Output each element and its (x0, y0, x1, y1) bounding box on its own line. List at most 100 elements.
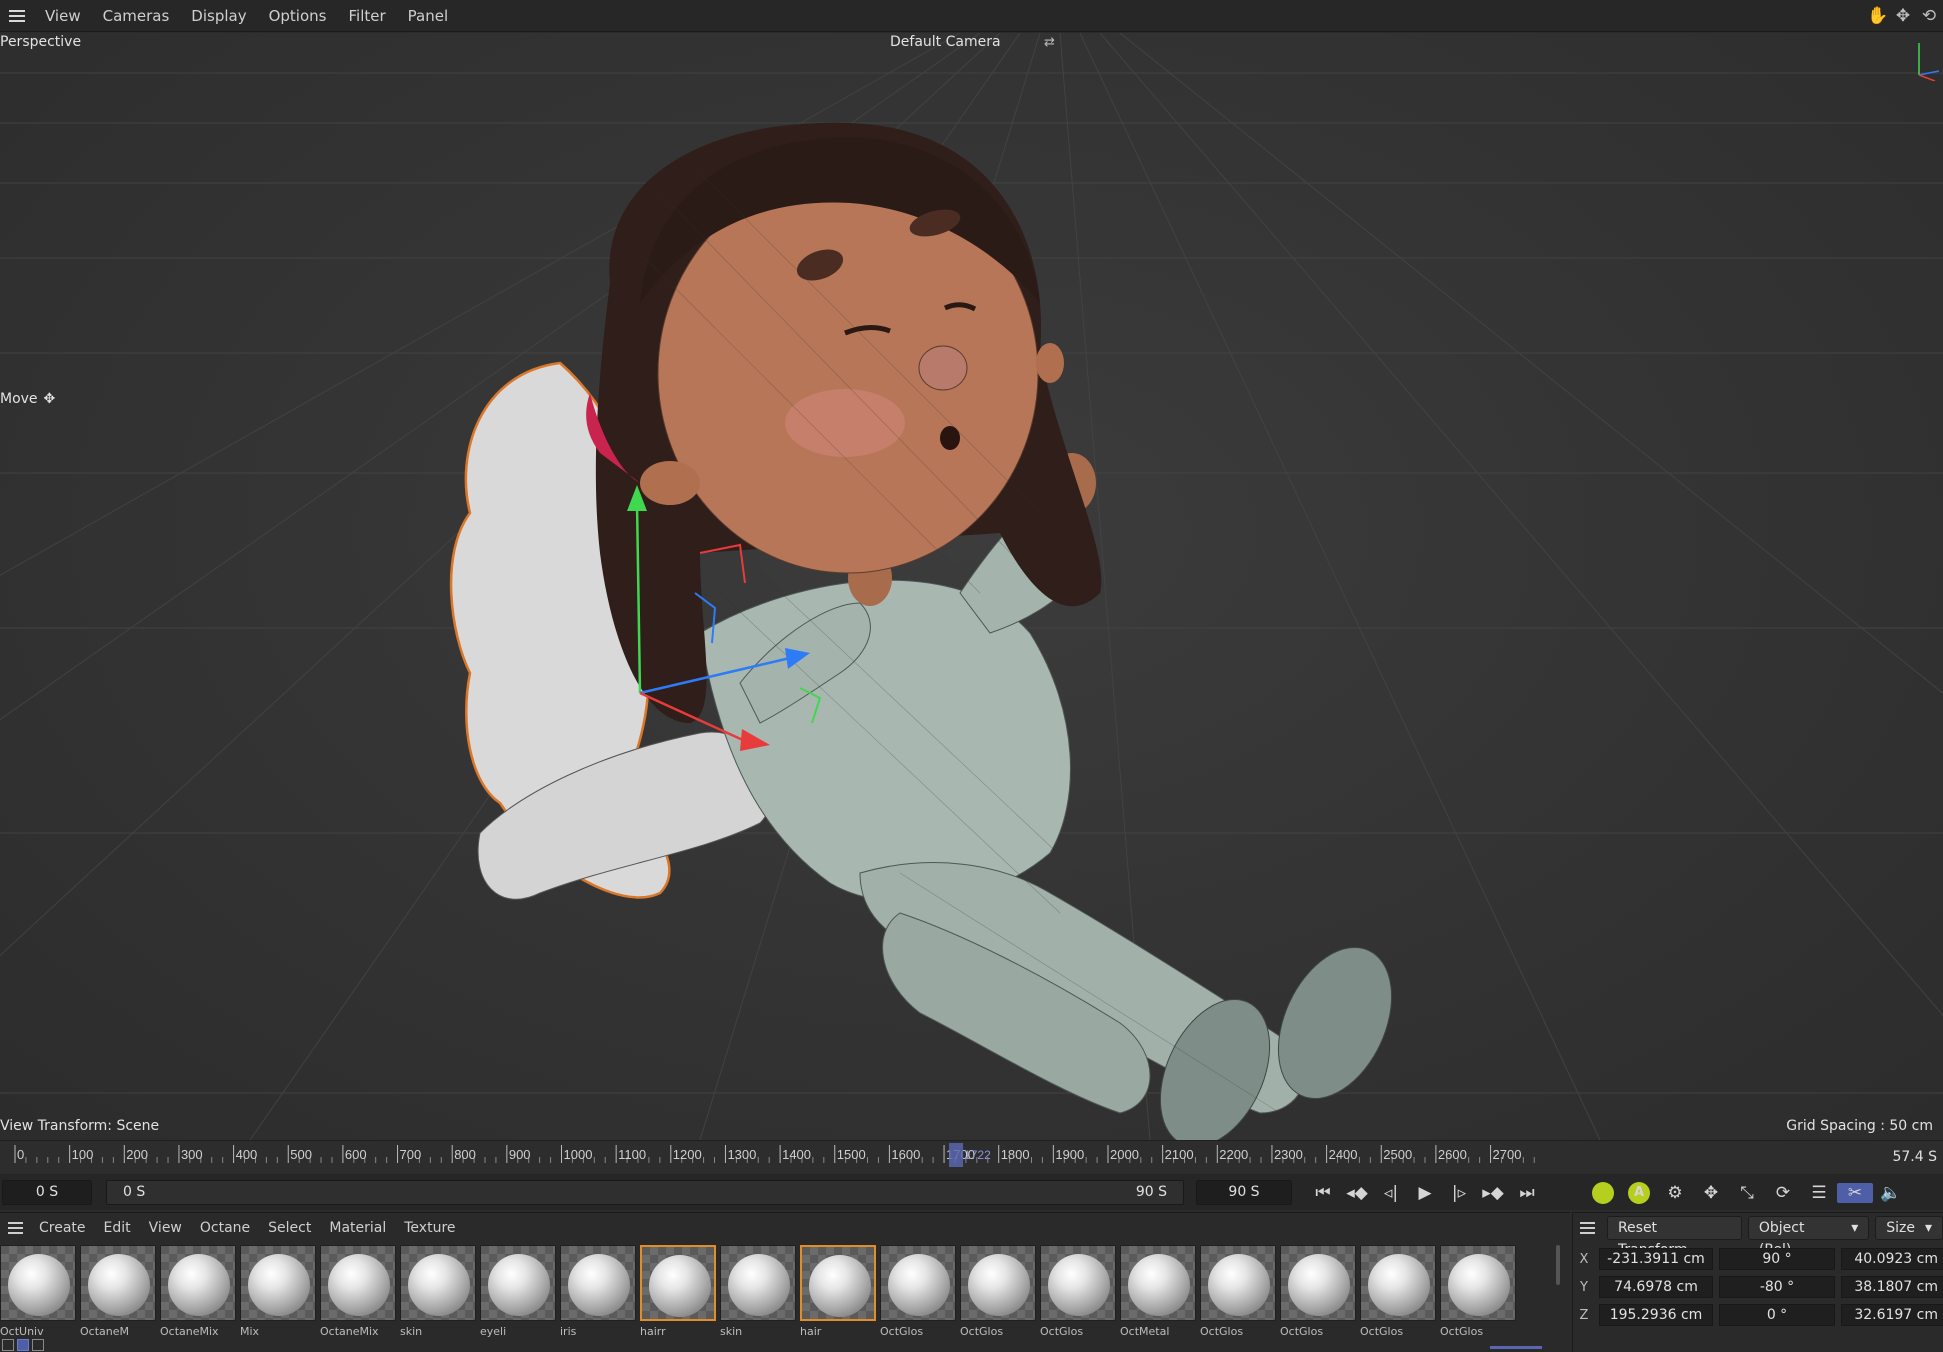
size-mode-dropdown[interactable]: Size ▾ (1875, 1216, 1943, 1240)
size-mode-value: Size (1886, 1220, 1915, 1236)
play-icon[interactable]: ▶ (1408, 1183, 1442, 1203)
playhead[interactable] (949, 1143, 964, 1167)
material-swatch[interactable] (640, 1245, 716, 1321)
menu-filter[interactable]: Filter (337, 0, 396, 32)
reset-transform-button[interactable]: Reset Transform (1606, 1216, 1742, 1258)
viewport-projection-label: Perspective (0, 34, 82, 50)
key-rotation-icon[interactable]: ⟳ (1765, 1183, 1801, 1203)
rotation-h-field[interactable]: 90 ° (1719, 1248, 1835, 1270)
size-x-field[interactable]: 40.0923 cm (1841, 1248, 1943, 1270)
coordinate-mode-dropdown[interactable]: Object (Rel) ▾ (1747, 1216, 1870, 1258)
end-time-field[interactable]: 90 S (1196, 1180, 1292, 1205)
material-swatch[interactable] (1040, 1245, 1116, 1321)
rotation-b-field[interactable]: 0 ° (1719, 1304, 1835, 1326)
material-swatch[interactable] (400, 1245, 476, 1321)
autokey-icon[interactable]: A (1628, 1182, 1650, 1204)
material-swatch[interactable] (80, 1245, 156, 1321)
material-swatch[interactable] (480, 1245, 556, 1321)
material-preview-sphere (809, 1255, 871, 1317)
material-swatch[interactable] (1440, 1245, 1516, 1321)
material-swatch[interactable] (160, 1245, 236, 1321)
material-swatch[interactable] (560, 1245, 636, 1321)
material-preview-sphere (568, 1254, 630, 1316)
viewport-scene (0, 33, 1943, 1140)
material-swatch[interactable] (1120, 1245, 1196, 1321)
position-x-field[interactable]: -231.3911 cm (1599, 1248, 1713, 1270)
key-position-icon[interactable]: ✥ (1693, 1183, 1729, 1203)
menu-cameras[interactable]: Cameras (92, 0, 181, 32)
mat-menu-edit[interactable]: Edit (95, 1220, 140, 1236)
record-keys-icon[interactable] (1592, 1182, 1614, 1204)
viewport-camera-label[interactable]: Default Camera (890, 34, 1001, 50)
position-z-field[interactable]: 195.2936 cm (1599, 1304, 1713, 1326)
chevron-down-icon: ▾ (1924, 1220, 1932, 1236)
go-to-end-icon[interactable]: ⏭ (1510, 1183, 1544, 1203)
size-z-field[interactable]: 32.6197 cm (1841, 1304, 1943, 1326)
next-key-icon[interactable]: ▸◆ (1476, 1183, 1510, 1203)
mat-menu-view[interactable]: View (140, 1220, 191, 1236)
start-time-field[interactable]: 0 S (2, 1180, 92, 1205)
mat-menu-create[interactable]: Create (30, 1220, 95, 1236)
material-swatch[interactable] (960, 1245, 1036, 1321)
timeline-tick-label: 900 (509, 1147, 531, 1162)
material-preview-sphere (649, 1255, 711, 1317)
coordinates-menu-icon[interactable] (1575, 1227, 1601, 1229)
active-tool-name: Move (0, 391, 38, 407)
key-parameter-icon[interactable]: ☰ (1801, 1183, 1837, 1203)
grid-view-icon[interactable] (17, 1339, 29, 1351)
mat-menu-material[interactable]: Material (320, 1220, 395, 1236)
material-swatch[interactable] (800, 1245, 876, 1321)
mat-menu-select[interactable]: Select (259, 1220, 320, 1236)
viewport-menu-icon[interactable] (0, 0, 34, 32)
material-scrollbar[interactable] (1556, 1245, 1560, 1285)
rotation-p-field[interactable]: -80 ° (1719, 1276, 1835, 1298)
material-swatch[interactable] (320, 1245, 396, 1321)
timeline-tick-label: 2500 (1383, 1147, 1412, 1162)
move-view-icon[interactable]: ✥ (1893, 6, 1913, 26)
next-frame-icon[interactable]: |▹ (1442, 1183, 1476, 1203)
menu-options[interactable]: Options (258, 0, 338, 32)
material-preview-sphere (1208, 1254, 1270, 1316)
key-scale-icon[interactable]: ⤡ (1729, 1183, 1765, 1203)
material-preview-sphere (248, 1254, 310, 1316)
go-to-start-icon[interactable]: ⏮ (1306, 1183, 1340, 1203)
material-swatch[interactable] (1360, 1245, 1436, 1321)
timeline-ruler[interactable]: 0 100 200 300 400 500 600 700 800 900 1000 1100 1200… (0, 1140, 1943, 1174)
mat-menu-octane[interactable]: Octane (191, 1220, 259, 1236)
key-pla-icon[interactable]: ✂ (1837, 1183, 1873, 1203)
preview-range-slider[interactable]: 0 S 90 S (106, 1180, 1184, 1205)
material-swatch[interactable] (1200, 1245, 1276, 1321)
position-y-field[interactable]: 74.6978 cm (1599, 1276, 1713, 1298)
previous-frame-icon[interactable]: ◃| (1374, 1183, 1408, 1203)
large-view-icon[interactable] (32, 1339, 44, 1351)
camera-link-icon[interactable]: ⇄ (1044, 35, 1055, 50)
menu-panel[interactable]: Panel (397, 0, 459, 32)
list-view-icon[interactable] (2, 1339, 14, 1351)
previous-key-icon[interactable]: ◂◆ (1340, 1183, 1374, 1203)
viewport-menubar: View Cameras Display Options Filter Pane… (0, 0, 1943, 32)
material-preview-sphere (328, 1254, 390, 1316)
material-menubar: Create Edit View Octane Select Material … (0, 1213, 1570, 1243)
mat-menu-texture[interactable]: Texture (395, 1220, 464, 1236)
character-model[interactable] (449, 122, 1414, 1140)
menu-view[interactable]: View (34, 0, 92, 32)
material-swatch[interactable] (1280, 1245, 1356, 1321)
material-zoom-slider[interactable] (1490, 1346, 1542, 1349)
3d-viewport[interactable]: Perspective Default Camera ⇄ Move ✥ View… (0, 33, 1943, 1140)
material-preview-sphere (968, 1254, 1030, 1316)
timeline-tick-label: 1800 (1001, 1147, 1030, 1162)
material-swatch[interactable] (240, 1245, 316, 1321)
rotate-view-icon[interactable]: ⟲ (1919, 6, 1939, 26)
keyframe-settings-icon[interactable]: ⚙ (1657, 1183, 1693, 1203)
material-swatch[interactable] (880, 1245, 956, 1321)
world-axis-icon (1918, 43, 1940, 81)
material-swatch[interactable] (720, 1245, 796, 1321)
size-y-field[interactable]: 38.1807 cm (1841, 1276, 1943, 1298)
timeline-tick-label: 2400 (1329, 1147, 1358, 1162)
sound-icon[interactable]: 🔈 (1873, 1183, 1909, 1203)
pan-hand-icon[interactable]: ✋ (1867, 6, 1888, 26)
menu-display[interactable]: Display (180, 0, 257, 32)
timeline-tick-label: 700 (400, 1147, 422, 1162)
material-menu-icon[interactable] (0, 1227, 30, 1229)
material-swatch[interactable] (0, 1245, 76, 1321)
